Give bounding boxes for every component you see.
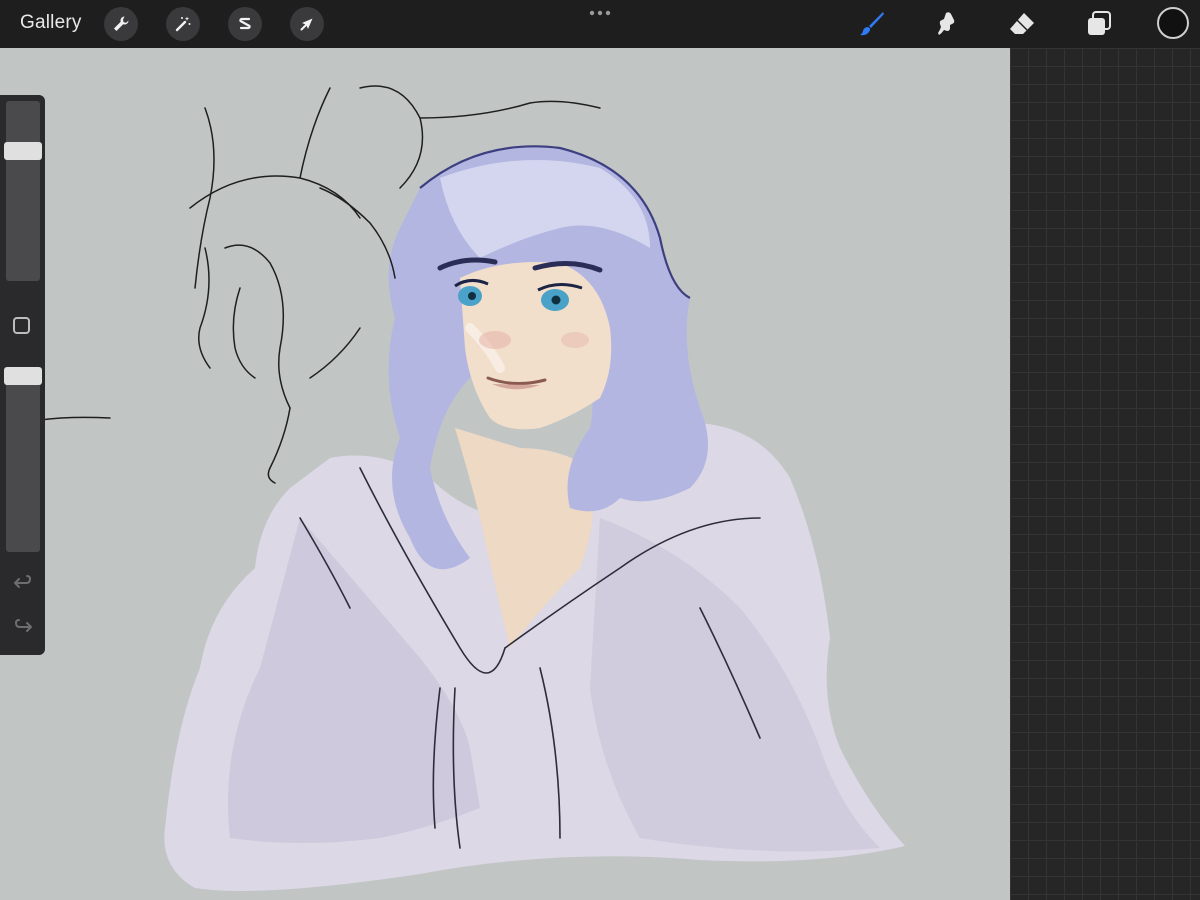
left-sidebar [0, 95, 45, 655]
brush-icon [857, 9, 887, 39]
smudge-button[interactable] [931, 8, 963, 40]
brush-size-thumb[interactable] [4, 141, 42, 160]
redo-button[interactable] [12, 615, 34, 637]
more-dots-icon[interactable] [586, 6, 614, 20]
wrench-icon [111, 14, 131, 34]
brush-size-slider[interactable] [4, 101, 42, 281]
color-picker-button[interactable] [1157, 7, 1189, 39]
blush-left [479, 331, 511, 349]
drawing-canvas[interactable] [0, 48, 1010, 900]
right-pupil [551, 295, 561, 305]
eraser-button[interactable] [1006, 8, 1038, 40]
redo-icon [12, 615, 34, 637]
selection-button[interactable] [228, 7, 262, 41]
undo-icon [12, 571, 34, 593]
opacity-slider[interactable] [4, 367, 42, 552]
adjustments-button[interactable] [166, 7, 200, 41]
eraser-icon [1007, 9, 1037, 39]
left-pupil [468, 292, 476, 300]
modify-button[interactable] [13, 317, 30, 334]
gallery-button[interactable]: Gallery [20, 12, 82, 34]
artwork [39, 85, 905, 891]
transform-button[interactable] [290, 7, 324, 41]
layers-icon [1084, 9, 1114, 39]
opacity-thumb[interactable] [4, 367, 42, 385]
smudge-icon [932, 9, 962, 39]
blush-right [561, 332, 589, 348]
arrow-cursor-icon [297, 14, 317, 34]
selection-s-icon [235, 14, 255, 34]
brush-button[interactable] [856, 8, 888, 40]
background-grid [1010, 48, 1200, 900]
magic-wand-icon [173, 14, 193, 34]
top-toolbar: Gallery [0, 0, 1200, 48]
actions-button[interactable] [104, 7, 138, 41]
undo-button[interactable] [12, 571, 34, 593]
layers-button[interactable] [1083, 8, 1115, 40]
